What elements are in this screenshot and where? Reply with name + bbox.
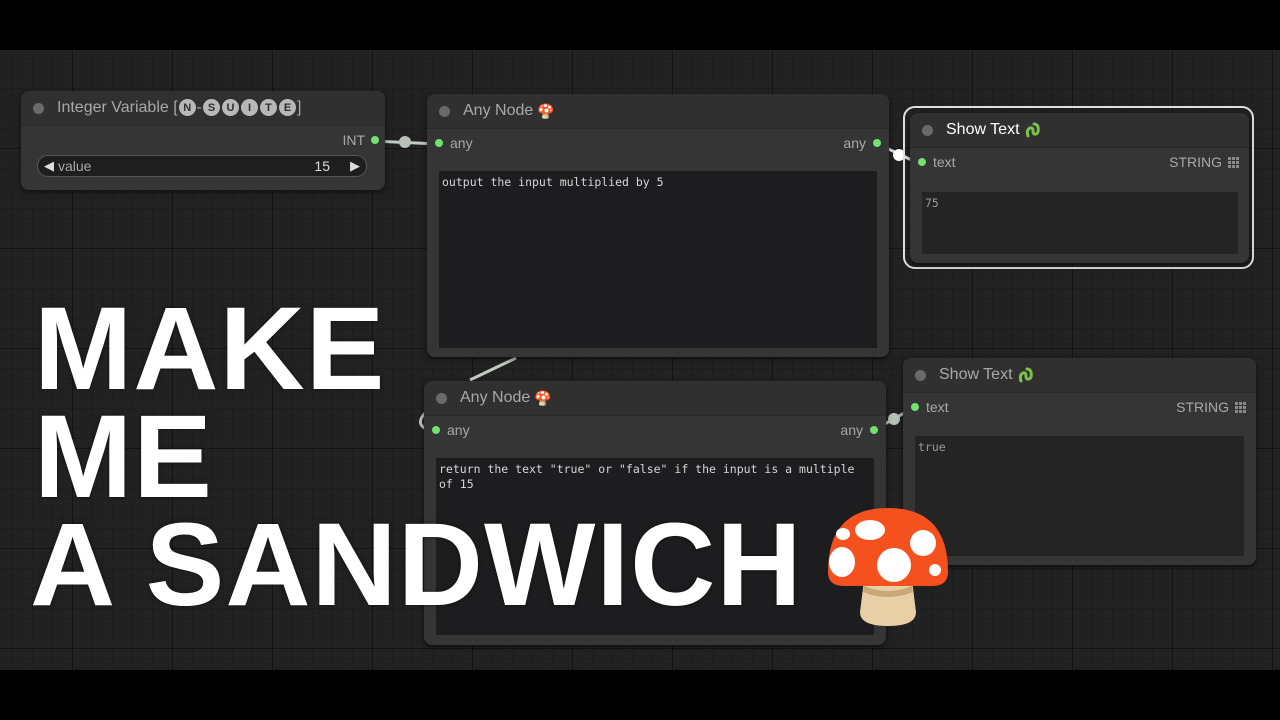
text-input-slot[interactable] [918, 158, 926, 166]
any-output-label: any [843, 135, 866, 151]
node-title-bar[interactable]: Integer Variable [N - S U I T E] [21, 91, 385, 126]
text-input-label: text [933, 154, 956, 170]
text-input-slot[interactable] [911, 403, 919, 411]
any-output-slot[interactable] [870, 426, 878, 434]
snake-icon [1018, 367, 1033, 383]
decrement-arrow-icon[interactable]: ◀ [44, 158, 54, 174]
node-title-bar[interactable]: Any Node 🍄 [427, 94, 889, 129]
mushroom-icon: 🍄 [537, 102, 555, 119]
node-title-bar[interactable]: Any Node 🍄 [424, 381, 886, 416]
any-output-label: any [840, 422, 863, 438]
node-title: Any Node [460, 389, 531, 406]
mushroom-icon [828, 508, 948, 626]
integer-variable-node[interactable]: Integer Variable [N - S U I T E] INT ◀ value 1… [21, 91, 385, 190]
node-title: Show Text [946, 121, 1020, 138]
show-text-node-2[interactable]: Show Text text STRING true [903, 358, 1256, 565]
widget-name: value [58, 158, 92, 174]
overlay-title-line-3: A SANDWICH [30, 499, 803, 631]
node-title: Show Text [939, 366, 1013, 383]
output-text-display[interactable]: true [915, 436, 1244, 556]
collapse-dot-icon[interactable] [922, 124, 933, 136]
grid-handle-icon[interactable] [1235, 401, 1246, 413]
collapse-dot-icon[interactable] [33, 102, 44, 114]
node-title: Integer Variable [N - S U I T E] [57, 99, 302, 117]
prompt-textarea[interactable]: output the input multiplied by 5 [439, 171, 877, 348]
node-title: Any Node [463, 102, 534, 119]
value-stepper[interactable]: ◀ value 15 ▶ [37, 155, 367, 177]
any-input-slot[interactable] [432, 426, 440, 434]
grid-handle-icon[interactable] [1228, 156, 1239, 168]
increment-arrow-icon[interactable]: ▶ [350, 158, 360, 174]
int-output-slot[interactable] [371, 136, 379, 144]
collapse-dot-icon[interactable] [439, 105, 450, 117]
collapse-dot-icon[interactable] [436, 392, 447, 404]
any-input-label: any [447, 422, 470, 438]
any-output-slot[interactable] [873, 139, 881, 147]
any-input-label: any [450, 135, 473, 151]
snake-icon [1025, 122, 1040, 138]
node-title-bar[interactable]: Show Text [910, 113, 1249, 148]
widget-value[interactable]: 15 [314, 158, 330, 174]
show-text-node-1[interactable]: Show Text text STRING 75 [910, 113, 1249, 263]
text-input-label: text [926, 399, 949, 415]
string-output-label: STRING [1169, 154, 1222, 170]
string-output-label: STRING [1176, 399, 1229, 415]
int-output-label: INT [342, 132, 365, 148]
any-node-1[interactable]: Any Node 🍄 any any output the input mult… [427, 94, 889, 357]
output-text-display[interactable]: 75 [922, 192, 1238, 254]
any-input-slot[interactable] [435, 139, 443, 147]
mushroom-icon: 🍄 [534, 389, 552, 406]
node-title-bar[interactable]: Show Text [903, 358, 1256, 393]
collapse-dot-icon[interactable] [915, 369, 926, 381]
